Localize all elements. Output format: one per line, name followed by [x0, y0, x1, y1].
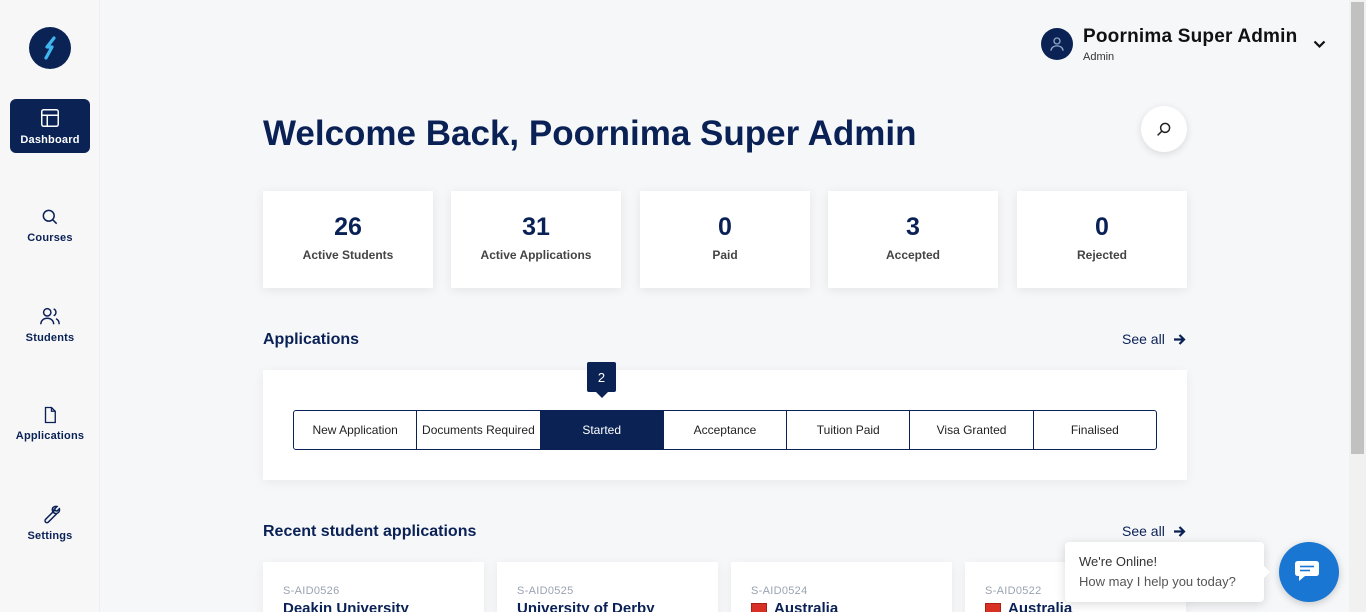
- avatar: [1041, 28, 1073, 60]
- application-title: Australia: [774, 600, 839, 612]
- recent-see-all-link[interactable]: See all: [1122, 523, 1186, 539]
- application-card[interactable]: S-AID0526 Deakin University: [263, 562, 484, 612]
- applications-heading: Applications: [263, 331, 360, 348]
- stat-label: Paid: [712, 248, 738, 262]
- application-title: Australia: [1008, 600, 1073, 612]
- chat-greeting-title: We're Online!: [1079, 554, 1158, 569]
- sidebar-item-applications[interactable]: Applications: [10, 396, 90, 450]
- recent-applications-heading: Recent student applications: [263, 523, 477, 540]
- sidebar-item-students[interactable]: Students: [10, 297, 90, 351]
- stat-value: 0: [1095, 213, 1109, 241]
- stat-card-active-applications[interactable]: 31 Active Applications: [451, 191, 621, 288]
- chat-greeting-subtitle: How may I help you today?: [1079, 574, 1236, 589]
- tab-new-application[interactable]: New Application: [294, 411, 418, 449]
- search-button[interactable]: [1141, 106, 1187, 152]
- user-role: Admin: [1083, 51, 1115, 63]
- arrow-right-icon: [1173, 525, 1186, 537]
- stat-value: 31: [522, 213, 550, 241]
- stat-value: 0: [718, 213, 732, 241]
- sidebar: Dashboard Courses Students Applications …: [0, 0, 100, 612]
- stat-card-active-students[interactable]: 26 Active Students: [263, 191, 433, 288]
- sidebar-item-settings[interactable]: Settings: [10, 495, 90, 549]
- applications-see-all-link[interactable]: See all: [1122, 331, 1186, 347]
- page-scrollbar[interactable]: [1349, 0, 1366, 612]
- application-card[interactable]: S-AID0524 Australia: [731, 562, 952, 612]
- sidebar-item-label: Settings: [27, 529, 73, 542]
- sidebar-item-dashboard[interactable]: Dashboard: [10, 99, 90, 153]
- search-icon: [42, 209, 58, 224]
- country-flag-icon: [751, 603, 767, 612]
- application-id: S-AID0525: [517, 585, 574, 597]
- sidebar-item-label: Applications: [15, 429, 85, 442]
- country-flag-icon: [985, 603, 1001, 612]
- stat-label: Active Students: [302, 248, 394, 262]
- stat-label: Rejected: [1076, 248, 1128, 262]
- application-card[interactable]: S-AID0525 University of Derby: [497, 562, 718, 612]
- see-all-label: See all: [1122, 523, 1165, 539]
- tab-visa-granted[interactable]: Visa Granted: [910, 411, 1034, 449]
- see-all-label: See all: [1122, 331, 1165, 347]
- search-icon: [1157, 122, 1171, 136]
- sidebar-item-label: Students: [25, 331, 75, 344]
- scrollbar-thumb[interactable]: [1351, 2, 1364, 454]
- layout-icon: [41, 108, 59, 127]
- stat-value: 26: [334, 213, 362, 241]
- brand-logo[interactable]: [29, 27, 71, 69]
- application-id: S-AID0524: [751, 585, 808, 597]
- tab-finalised[interactable]: Finalised: [1034, 411, 1156, 449]
- wrench-icon: [44, 505, 61, 523]
- stage-count-badge: 2: [587, 362, 616, 398]
- stat-card-accepted[interactable]: 3 Accepted: [828, 191, 998, 288]
- stat-value: 3: [906, 213, 920, 241]
- stat-card-paid[interactable]: 0 Paid: [640, 191, 810, 288]
- chat-launcher-button[interactable]: [1279, 542, 1339, 602]
- application-title: University of Derby: [517, 600, 655, 612]
- tab-started[interactable]: Started: [540, 411, 664, 449]
- tab-tuition-paid[interactable]: Tuition Paid: [787, 411, 911, 449]
- application-title: Deakin University: [283, 600, 409, 612]
- stat-label: Active Applications: [480, 248, 592, 262]
- arrow-right-icon: [1173, 333, 1186, 345]
- user-icon: [1050, 37, 1064, 51]
- stat-card-rejected[interactable]: 0 Rejected: [1017, 191, 1187, 288]
- tab-acceptance[interactable]: Acceptance: [664, 411, 788, 449]
- sidebar-item-label: Dashboard: [20, 133, 80, 146]
- chat-greeting-bubble[interactable]: We're Online! How may I help you today?: [1065, 542, 1270, 602]
- chat-icon: [1295, 561, 1319, 581]
- page-title: Welcome Back, Poornima Super Admin: [263, 114, 917, 153]
- application-stage-tabs: New Application Documents Required Start…: [293, 410, 1157, 450]
- user-menu[interactable]: Poornima Super Admin Admin: [1041, 26, 1297, 63]
- file-icon: [44, 406, 56, 423]
- stat-label: Accepted: [885, 248, 941, 262]
- users-icon: [40, 307, 60, 324]
- tab-documents-required[interactable]: Documents Required: [417, 411, 541, 449]
- sidebar-item-label: Courses: [27, 231, 73, 244]
- sidebar-item-courses[interactable]: Courses: [10, 198, 90, 252]
- application-id: S-AID0526: [283, 585, 340, 597]
- chevron-down-icon[interactable]: [1313, 40, 1326, 49]
- user-name: Poornima Super Admin: [1083, 26, 1298, 47]
